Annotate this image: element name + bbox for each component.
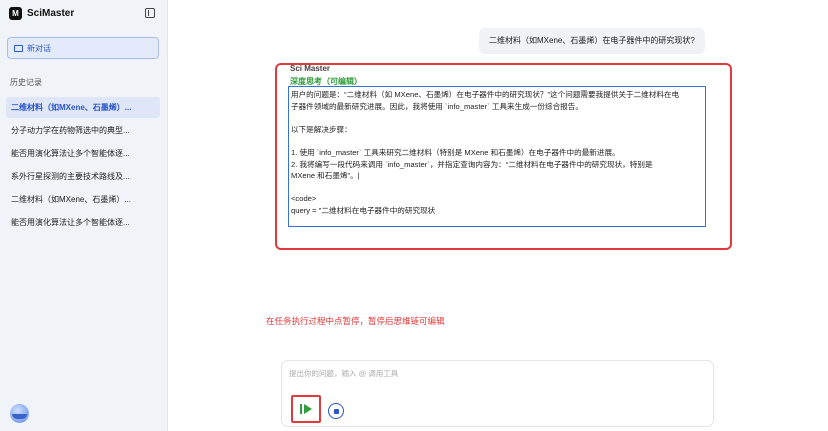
user-message-bubble: 二维材料（如MXene、石墨烯）在电子器件中的研究现状? xyxy=(479,28,705,54)
new-chat-label: 新对话 xyxy=(27,43,51,53)
logo-icon: M xyxy=(9,7,22,20)
history-item[interactable]: 能否用演化算法让多个智能体逐... xyxy=(6,143,160,164)
chat-bubble-icon xyxy=(14,44,23,52)
resume-play-icon xyxy=(300,404,312,414)
thinking-line: 2. 我将编写一段代码来调用 `info_master`，并指定查询内容为：“二… xyxy=(291,159,653,169)
history-item[interactable]: 能否用演化算法让多个智能体逐... xyxy=(6,212,160,233)
thinking-line xyxy=(291,135,703,147)
thinking-line: 用户的问题是：“二维材料（如 MXene、石墨烯）在电子器件中的研究现状？”这个… xyxy=(291,90,680,99)
brand[interactable]: M SciMaster xyxy=(9,7,74,20)
thinking-line: query = "二维材料在电子器件中的研究现状 xyxy=(291,205,436,215)
history-item[interactable]: 系外行星探测的主要技术路线及... xyxy=(6,166,160,187)
thinking-editor[interactable]: 用户的问题是：“二维材料（如 MXene、石墨烯）在电子器件中的研究现状？”这个… xyxy=(288,86,706,227)
stop-button[interactable] xyxy=(328,403,344,419)
agent-name: Sci Master xyxy=(290,64,331,73)
stop-icon xyxy=(333,408,339,414)
thinking-line: 以下是解决步骤： xyxy=(291,124,352,134)
avatar[interactable] xyxy=(10,404,29,423)
history-item[interactable]: 分子动力学在药物筛选中的典型... xyxy=(6,120,160,141)
sidebar: M SciMaster 新对话 历史记录 二维材料（如MXene、石墨烯）...… xyxy=(0,0,168,431)
thinking-line xyxy=(291,112,703,124)
annotation-note: 在任务执行过程中点暂停，暂停后思维链可编辑 xyxy=(266,316,445,326)
thinking-line: 子器件领域的最新研究进展。因此，我将使用 `info_master` 工具来生成… xyxy=(291,101,583,111)
history-item[interactable]: 二维材料（如MXene、石墨烯）... xyxy=(6,189,160,210)
new-chat-button[interactable]: 新对话 xyxy=(7,37,159,59)
thinking-line: <code> xyxy=(291,194,317,204)
resume-button[interactable] xyxy=(291,395,321,423)
brand-name: SciMaster xyxy=(27,8,75,19)
chat-input-placeholder: 提出你的问题，输入 @ 调用工具 xyxy=(289,369,399,378)
thinking-line xyxy=(291,182,703,194)
history-title: 历史记录 xyxy=(10,78,42,87)
thinking-line: MXene 和石墨烯”。| xyxy=(291,171,360,181)
history-item[interactable]: 二维材料（如MXene、石墨烯）... xyxy=(6,97,160,118)
sidebar-collapse-icon[interactable] xyxy=(145,8,155,18)
thinking-line: 1. 使用 `info_master` 工具来研究二维材料（特别是 MXene … xyxy=(291,147,620,157)
history-list: 二维材料（如MXene、石墨烯）... 分子动力学在药物筛选中的典型... 能否… xyxy=(6,97,160,235)
